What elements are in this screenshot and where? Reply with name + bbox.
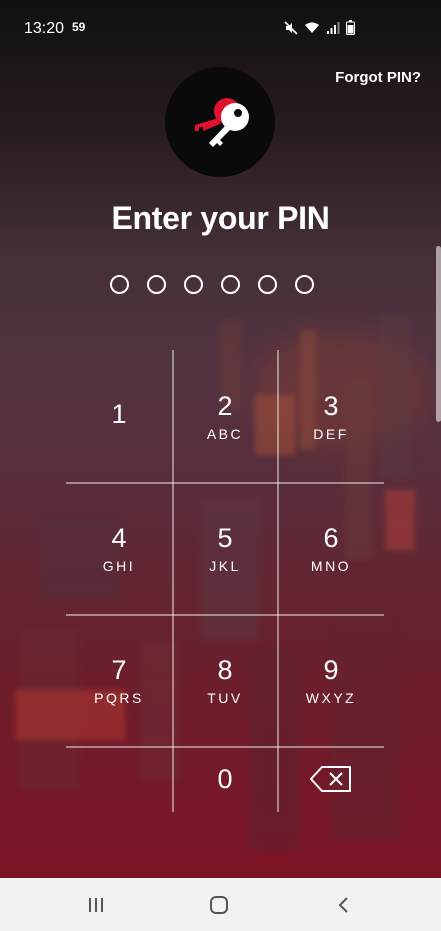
key-digit: 2 — [217, 390, 233, 421]
pin-indicator — [110, 275, 314, 294]
back-button[interactable] — [313, 878, 373, 931]
key-9[interactable]: 9 WXYZ — [278, 614, 384, 746]
pin-dot — [258, 275, 277, 294]
back-icon — [338, 896, 348, 913]
key-4[interactable]: 4 GHI — [66, 482, 172, 614]
page-title: Enter your PIN — [111, 200, 330, 236]
pin-dot — [147, 275, 166, 294]
backspace-button[interactable] — [278, 746, 384, 812]
key-2[interactable]: 2 ABC — [172, 350, 278, 482]
status-time: 13:20 — [24, 20, 65, 37]
key-digit: 4 — [111, 522, 127, 553]
scroll-indicator — [436, 246, 441, 422]
key-digit: 6 — [323, 522, 339, 553]
notification-count-badge: 59 — [72, 20, 86, 34]
key-digit: 5 — [217, 522, 233, 553]
key-3[interactable]: 3 DEF — [278, 350, 384, 482]
key-letters: ABC — [206, 425, 244, 442]
key-digit: 9 — [323, 654, 339, 685]
pin-dot — [184, 275, 203, 294]
key-letters: WXYZ — [305, 689, 357, 706]
key-digit: 7 — [111, 654, 127, 685]
recent-apps-button[interactable] — [66, 878, 126, 931]
key-letters: JKL — [209, 557, 241, 574]
key-5[interactable]: 5 JKL — [172, 482, 278, 614]
app-logo — [165, 67, 275, 177]
key-logo-icon — [195, 98, 249, 147]
key-digit: 1 — [111, 398, 127, 429]
system-nav-bar — [0, 878, 441, 931]
home-button[interactable] — [189, 878, 249, 931]
key-1[interactable]: 1 — [66, 350, 172, 482]
recent-apps-icon — [89, 897, 103, 912]
forgot-pin-link[interactable]: Forgot PIN? — [335, 69, 421, 86]
key-6[interactable]: 6 MNO — [278, 482, 384, 614]
pin-keypad: 1 2 ABC 3 DEF 4 GHI 5 JKL 6 MNO 7 PQRS 8 — [66, 350, 384, 812]
pin-dot — [295, 275, 314, 294]
key-7[interactable]: 7 PQRS — [66, 614, 172, 746]
key-letters: MNO — [310, 557, 352, 574]
key-digit: 3 — [323, 390, 339, 421]
pin-dot — [110, 275, 129, 294]
key-letters: PQRS — [94, 689, 144, 706]
key-letters: DEF — [313, 425, 349, 442]
backspace-icon — [310, 766, 351, 792]
key-digit: 8 — [217, 654, 233, 685]
background-building — [385, 490, 415, 550]
signal-icon — [326, 21, 340, 40]
key-8[interactable]: 8 TUV — [172, 614, 278, 746]
key-letters: TUV — [207, 689, 243, 706]
mute-icon — [284, 20, 298, 40]
battery-icon — [346, 20, 355, 40]
background-building — [380, 315, 410, 475]
home-icon — [210, 895, 228, 914]
key-0[interactable]: 0 — [172, 746, 278, 812]
app-screen: 13:20 59 Forgot PIN? Enter your PIN 1 2 … — [0, 0, 441, 878]
pin-dot — [221, 275, 240, 294]
key-letters: GHI — [102, 557, 136, 574]
wifi-icon — [304, 21, 320, 40]
key-digit: 0 — [217, 764, 233, 794]
status-bar: 13:20 59 — [0, 0, 441, 58]
